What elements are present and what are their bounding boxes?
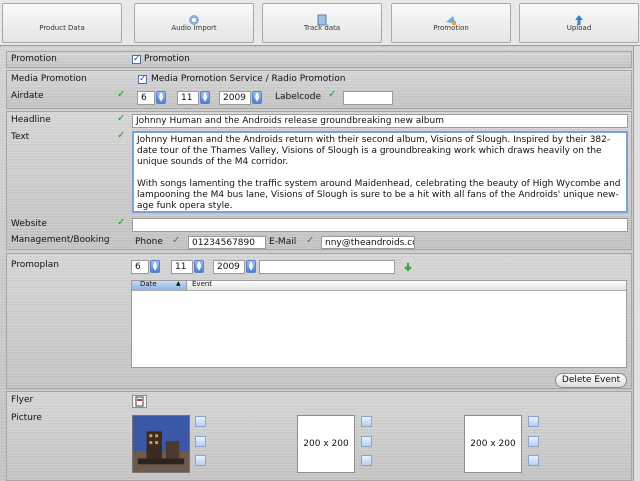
delete-event-button[interactable]: Delete Event xyxy=(555,373,627,388)
picture-2-zoom-icon[interactable] xyxy=(361,455,372,466)
headline-valid-icon: ✓ xyxy=(117,113,126,124)
content-panel: Headline ✓ Johnny Human and the Androids… xyxy=(6,111,632,250)
tab-track-data[interactable]: Track data xyxy=(262,3,382,43)
tab-product-data[interactable]: Product Data xyxy=(2,3,122,43)
headline-field[interactable]: Johnny Human and the Androids release gr… xyxy=(132,114,628,128)
email-field[interactable]: nny@theandroids.com xyxy=(321,236,415,249)
vertical-scrollbar[interactable] xyxy=(633,46,640,481)
picture-2-placeholder[interactable]: 200 x 200 xyxy=(297,415,355,473)
airdate-label: Airdate xyxy=(11,91,44,101)
text-valid-icon: ✓ xyxy=(117,130,126,141)
management-booking-label: Management/Booking xyxy=(11,235,110,245)
promoplan-month-stepper[interactable]: ▲ ▼ xyxy=(194,260,204,273)
picture-3-refresh-icon[interactable] xyxy=(528,436,539,447)
promoplan-event-field[interactable] xyxy=(259,260,395,274)
website-valid-icon: ✓ xyxy=(117,217,126,228)
promoplan-day-stepper[interactable]: ▲ ▼ xyxy=(150,260,160,273)
event-table[interactable]: Date ▲ Event xyxy=(131,280,627,368)
labelcode-label: Labelcode xyxy=(275,92,321,102)
promoplan-year-stepper[interactable]: ▲ ▼ xyxy=(246,260,256,273)
promoplan-year-field[interactable]: 2009 xyxy=(213,260,245,274)
airdate-month-field[interactable]: 11 xyxy=(177,91,199,105)
flyer-label: Flyer xyxy=(11,395,34,405)
airdate-year-stepper[interactable]: ▲ ▼ xyxy=(252,91,262,104)
date-column-label: Date xyxy=(140,280,157,288)
toolbar: Product Data Audio Import Track data Pro… xyxy=(0,0,640,46)
event-column-label: Event xyxy=(192,280,213,288)
promoplan-label: Promoplan xyxy=(11,260,59,270)
picture-3-zoom-icon[interactable] xyxy=(528,455,539,466)
tab-label: Track data xyxy=(303,24,341,32)
picture-1-zoom-icon[interactable] xyxy=(195,455,206,466)
promoplan-panel: Promoplan 6 ▲ ▼ 11 ▲ ▼ 2009 ▲ ▼ Date ▲ Even… xyxy=(6,253,632,389)
airdate-day-field[interactable]: 6 xyxy=(137,91,155,105)
airdate-valid-icon: ✓ xyxy=(117,89,126,100)
text-area[interactable]: Johnny Human and the Androids return wit… xyxy=(132,131,628,213)
tab-label: Product Data xyxy=(39,24,85,32)
picture-2-size-label: 200 x 200 xyxy=(303,439,349,449)
tab-upload[interactable]: Upload xyxy=(519,3,639,43)
promotion-checkbox-label: Promotion xyxy=(144,54,190,64)
media-promotion-label: Media Promotion xyxy=(11,74,87,84)
flyer-pdf-icon[interactable] xyxy=(132,395,147,408)
website-label: Website xyxy=(11,219,47,229)
airdate-month-stepper[interactable]: ▲ ▼ xyxy=(200,91,210,104)
date-column-header[interactable]: Date ▲ xyxy=(132,280,187,290)
email-label: E-Mail xyxy=(269,237,297,247)
picture-3-edit-icon[interactable] xyxy=(528,416,539,427)
email-valid-icon: ✓ xyxy=(306,235,315,246)
airdate-day-stepper[interactable]: ▲ ▼ xyxy=(156,91,166,104)
promotion-panel: Promotion ✓ Promotion xyxy=(6,51,632,68)
phone-label: Phone xyxy=(135,237,163,247)
sort-ascending-icon: ▲ xyxy=(176,280,181,287)
media-promotion-checkbox-label: Media Promotion Service / Radio Promotio… xyxy=(151,74,346,84)
add-event-icon[interactable] xyxy=(403,262,413,272)
tab-label: Upload xyxy=(566,24,592,32)
promoplan-day-field[interactable]: 6 xyxy=(131,260,149,274)
picture-3-placeholder[interactable]: 200 x 200 xyxy=(464,415,522,473)
labelcode-field[interactable] xyxy=(343,91,393,105)
picture-1-edit-icon[interactable] xyxy=(195,416,206,427)
media-promotion-panel: Media Promotion ✓ Media Promotion Servic… xyxy=(6,70,632,109)
picture-2-refresh-icon[interactable] xyxy=(361,436,372,447)
promotion-checkbox[interactable]: ✓ xyxy=(132,55,141,64)
picture-1-refresh-icon[interactable] xyxy=(195,436,206,447)
picture-2-edit-icon[interactable] xyxy=(361,416,372,427)
tab-label: Promotion xyxy=(433,24,469,32)
text-label: Text xyxy=(11,132,30,142)
event-table-header: Date ▲ Event xyxy=(132,280,626,291)
phone-valid-icon: ✓ xyxy=(172,235,181,246)
phone-field[interactable]: 01234567890 xyxy=(188,236,266,249)
media-assets-panel: Flyer Picture 200 x 200 200 x 200 xyxy=(6,391,632,481)
headline-label: Headline xyxy=(11,115,51,125)
picture-label: Picture xyxy=(11,413,42,423)
picture-thumbnail[interactable] xyxy=(132,415,190,473)
website-field[interactable] xyxy=(132,218,628,232)
promotion-label: Promotion xyxy=(11,54,57,64)
tab-label: Audio Import xyxy=(171,24,217,32)
tab-promotion[interactable]: Promotion xyxy=(391,3,511,43)
labelcode-valid-icon: ✓ xyxy=(328,89,337,100)
promoplan-month-field[interactable]: 11 xyxy=(171,260,193,274)
airdate-year-field[interactable]: 2009 xyxy=(219,91,251,105)
picture-3-size-label: 200 x 200 xyxy=(470,439,516,449)
tab-audio-import[interactable]: Audio Import xyxy=(134,3,254,43)
media-promotion-checkbox[interactable]: ✓ xyxy=(138,75,147,84)
